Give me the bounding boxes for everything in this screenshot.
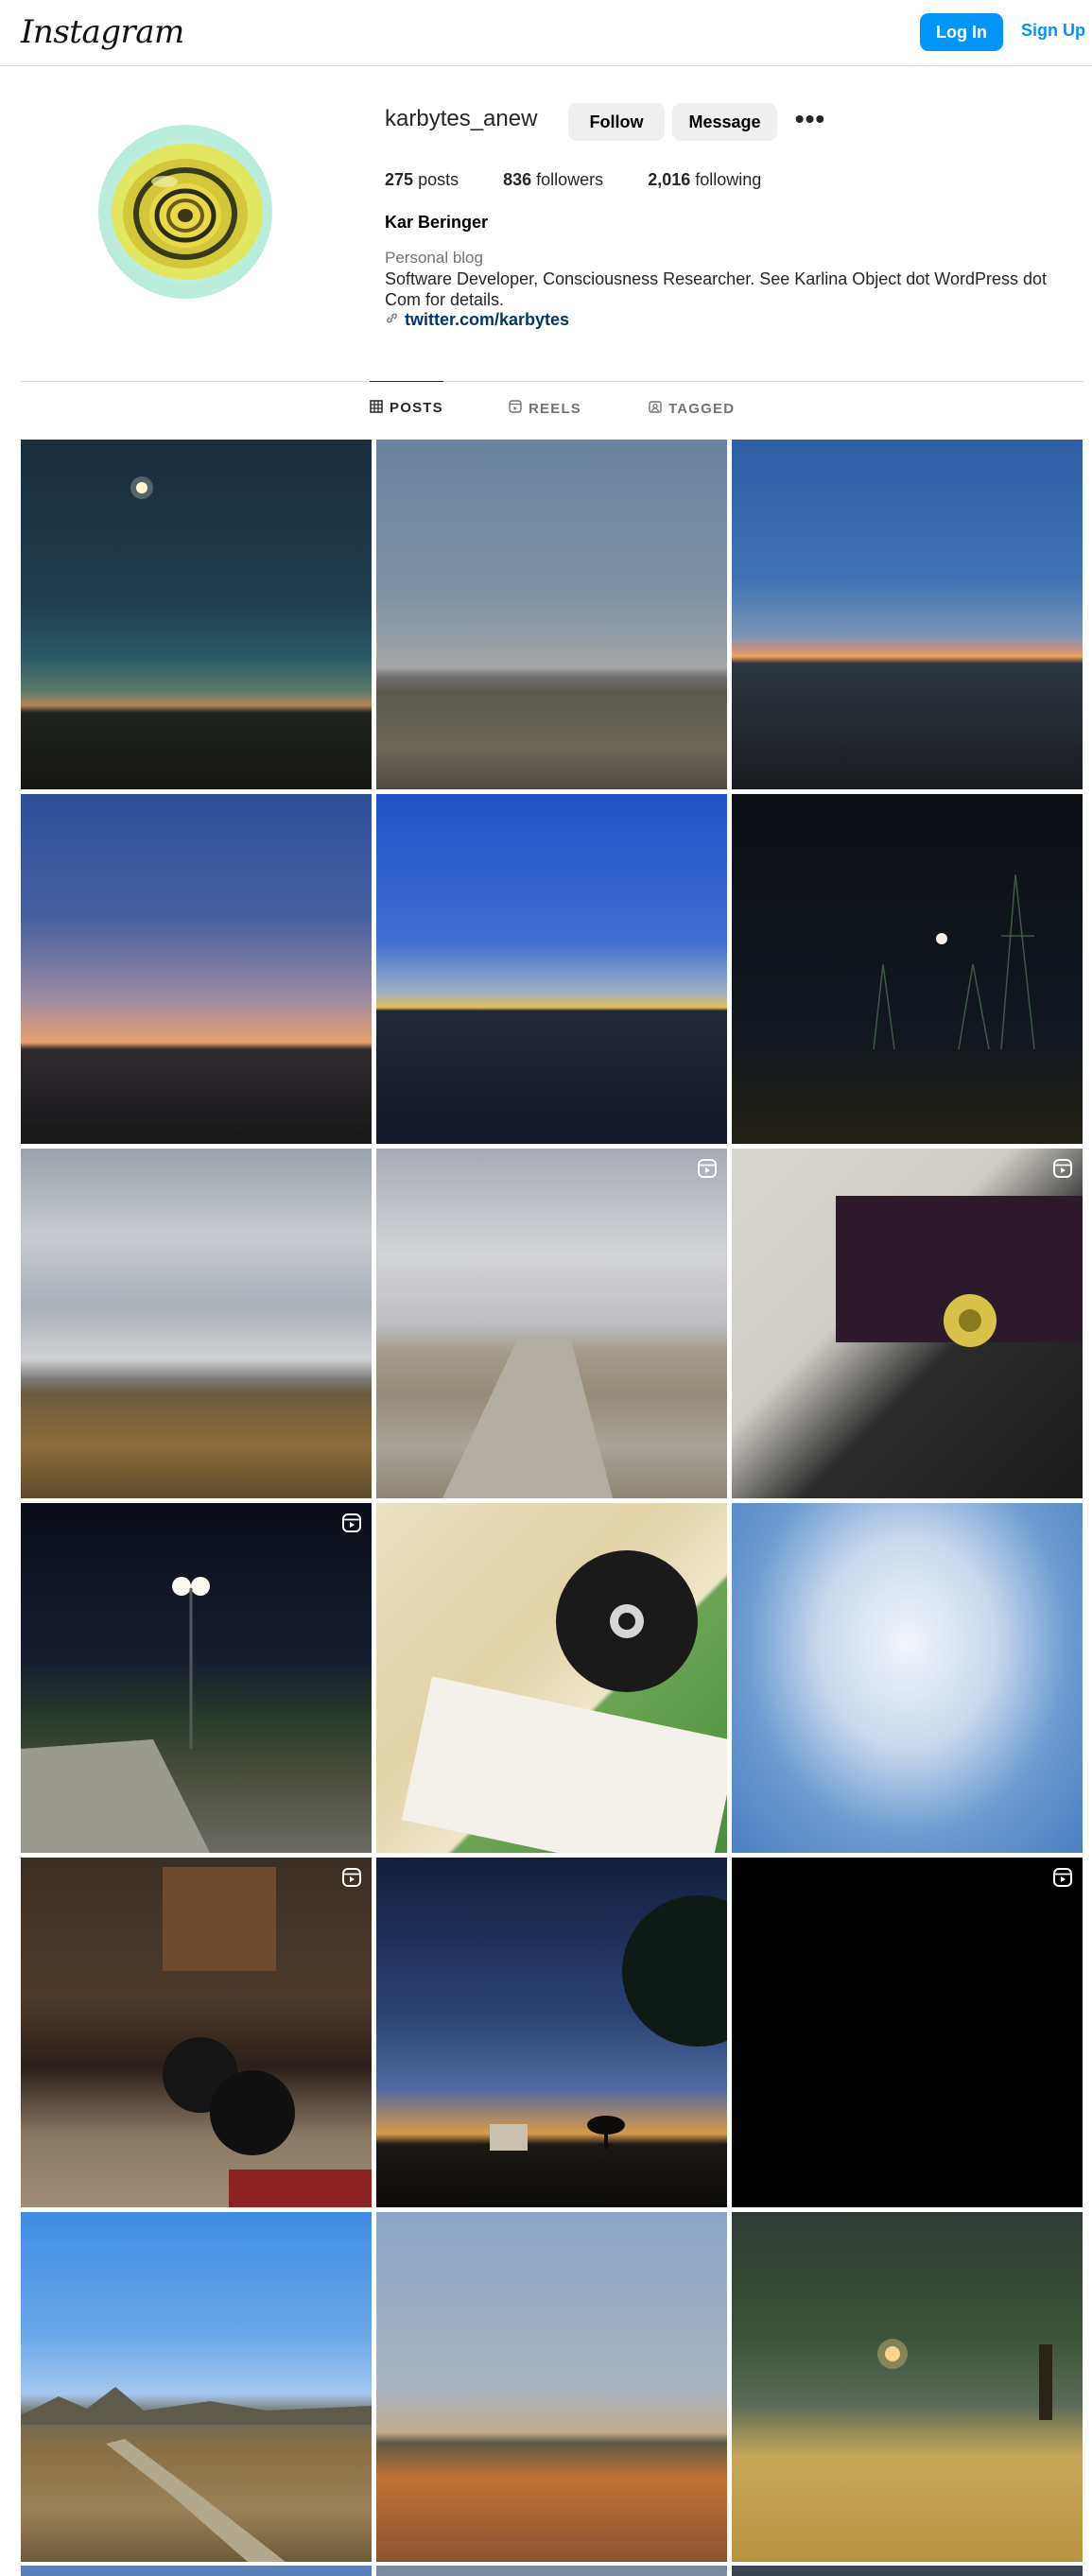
followers-stat[interactable]: 836 followers bbox=[503, 170, 603, 190]
following-stat[interactable]: 2,016 following bbox=[648, 170, 761, 190]
tab-reels[interactable]: REELS bbox=[509, 382, 581, 435]
sign-up-link[interactable]: Sign Up bbox=[1021, 21, 1085, 41]
post-tile[interactable] bbox=[732, 794, 1083, 1144]
posts-label: posts bbox=[418, 170, 459, 189]
following-label: following bbox=[695, 170, 762, 189]
instagram-logo[interactable]: Instagram bbox=[21, 13, 184, 51]
profile-avatar[interactable] bbox=[98, 125, 272, 299]
tab-reels-label: REELS bbox=[529, 400, 582, 417]
tab-posts-label: POSTS bbox=[390, 400, 443, 416]
posts-stat[interactable]: 275 posts bbox=[385, 170, 459, 190]
post-tile[interactable] bbox=[21, 440, 372, 789]
post-tile-partial[interactable] bbox=[376, 2566, 727, 2576]
posts-grid bbox=[21, 440, 1083, 2562]
post-tile[interactable] bbox=[21, 2212, 372, 2562]
post-tile[interactable] bbox=[732, 1503, 1083, 1853]
post-tile[interactable] bbox=[376, 1149, 727, 1498]
posts-count: 275 bbox=[385, 170, 414, 189]
post-tile[interactable] bbox=[376, 794, 727, 1144]
message-button[interactable]: Message bbox=[672, 103, 777, 141]
post-tile[interactable] bbox=[376, 2212, 727, 2562]
post-tile[interactable] bbox=[21, 794, 372, 1144]
following-count: 2,016 bbox=[648, 170, 691, 189]
tab-tagged-label: TAGGED bbox=[668, 400, 736, 417]
reel-indicator-icon bbox=[697, 1158, 718, 1179]
post-tile[interactable] bbox=[732, 1149, 1083, 1498]
post-tile[interactable] bbox=[21, 1858, 372, 2207]
tagged-icon bbox=[649, 400, 662, 417]
profile-username: karbytes_anew bbox=[385, 106, 538, 131]
post-tile[interactable] bbox=[732, 440, 1083, 789]
post-tile[interactable] bbox=[732, 2212, 1083, 2562]
more-options-icon[interactable]: ••• bbox=[794, 106, 826, 135]
followers-count: 836 bbox=[503, 170, 532, 189]
follow-button[interactable]: Follow bbox=[568, 103, 665, 141]
post-tile-partial[interactable] bbox=[21, 2566, 372, 2576]
profile-bio: Software Developer, Consciousness Resear… bbox=[385, 269, 1048, 309]
profile-category: Personal blog bbox=[385, 249, 483, 267]
post-tile[interactable] bbox=[732, 1858, 1083, 2207]
followers-label: followers bbox=[536, 170, 604, 189]
reel-indicator-icon bbox=[1052, 1867, 1073, 1888]
post-tile[interactable] bbox=[21, 1503, 372, 1853]
link-text: twitter.com/karbytes bbox=[405, 310, 570, 329]
post-tile-partial[interactable] bbox=[732, 2566, 1083, 2576]
reel-indicator-icon bbox=[341, 1867, 362, 1888]
post-tile[interactable] bbox=[376, 1503, 727, 1853]
tab-posts[interactable]: POSTS bbox=[370, 381, 443, 434]
post-tile[interactable] bbox=[21, 1149, 372, 1498]
tab-tagged[interactable]: TAGGED bbox=[649, 382, 735, 435]
profile-full-name: Kar Beringer bbox=[385, 213, 489, 232]
post-tile[interactable] bbox=[376, 1858, 727, 2207]
profile-stats: 275 posts 836 followers 2,016 following bbox=[385, 170, 761, 190]
profile-external-link[interactable]: twitter.com/karbytes bbox=[385, 310, 569, 330]
reel-indicator-icon bbox=[1052, 1158, 1073, 1179]
link-icon bbox=[385, 310, 399, 330]
reel-indicator-icon bbox=[341, 1513, 362, 1533]
top-navigation-bar: Instagram Log In Sign Up bbox=[0, 0, 1092, 66]
log-in-button[interactable]: Log In bbox=[920, 13, 1003, 51]
post-tile[interactable] bbox=[376, 440, 727, 789]
grid-icon bbox=[370, 399, 383, 417]
reels-icon bbox=[509, 400, 522, 417]
